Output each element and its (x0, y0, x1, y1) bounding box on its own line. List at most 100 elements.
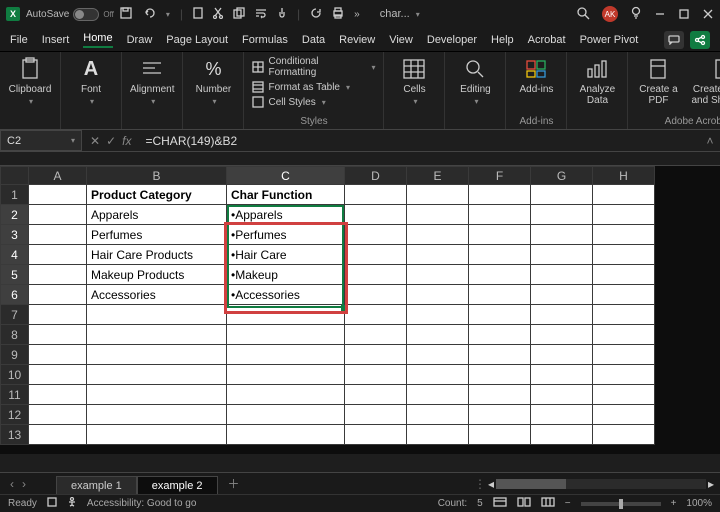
view-page-break-icon[interactable] (541, 497, 555, 510)
view-normal-icon[interactable] (493, 497, 507, 510)
zoom-slider[interactable] (581, 502, 661, 506)
tab-data[interactable]: Data (302, 34, 325, 46)
col-header-f[interactable]: F (469, 167, 531, 185)
create-pdf-share-button[interactable]: Create a PDF and Share link (688, 56, 720, 106)
col-header-e[interactable]: E (407, 167, 469, 185)
cell-c5[interactable]: •Makeup (227, 265, 345, 285)
alignment-button[interactable]: Alignment ▾ (130, 56, 174, 106)
copy-icon[interactable] (233, 7, 245, 22)
row-header[interactable]: 11 (1, 385, 29, 405)
cells-button[interactable]: Cells ▾ (392, 56, 436, 106)
tab-developer[interactable]: Developer (427, 34, 477, 46)
search-icon[interactable] (576, 6, 590, 23)
name-box[interactable]: C2 ▾ (0, 130, 82, 151)
tab-help[interactable]: Help (491, 34, 514, 46)
minimize-icon[interactable] (654, 8, 666, 20)
row-header[interactable]: 10 (1, 365, 29, 385)
row-header[interactable]: 7 (1, 305, 29, 325)
tab-power-pivot[interactable]: Power Pivot (580, 34, 639, 46)
tab-view[interactable]: View (389, 34, 413, 46)
doc-title-dropdown-icon[interactable]: ▾ (416, 10, 420, 19)
col-header-a[interactable]: A (29, 167, 87, 185)
maximize-icon[interactable] (678, 8, 690, 20)
cell-c2[interactable]: •Apparels (227, 205, 345, 225)
row-header[interactable]: 6 (1, 285, 29, 305)
row-header[interactable]: 12 (1, 405, 29, 425)
addins-button[interactable]: Add-ins (514, 56, 558, 95)
row-header[interactable]: 5 (1, 265, 29, 285)
zoom-level[interactable]: 100% (686, 498, 712, 509)
cancel-formula-icon[interactable]: ✕ (90, 134, 100, 148)
cell-c3[interactable]: •Perfumes (227, 225, 345, 245)
tab-formulas[interactable]: Formulas (242, 34, 288, 46)
tab-file[interactable]: File (10, 34, 28, 46)
row-header[interactable]: 8 (1, 325, 29, 345)
sheet-tab-example-2[interactable]: example 2 (137, 476, 218, 495)
tab-insert[interactable]: Insert (42, 34, 70, 46)
row-header[interactable]: 4 (1, 245, 29, 265)
print-icon[interactable] (332, 7, 344, 22)
touch-mode-icon[interactable] (277, 7, 287, 22)
row-header[interactable]: 13 (1, 425, 29, 445)
worksheet-grid[interactable]: A B C D E F G H 1 Product Category Char … (0, 166, 720, 454)
tab-draw[interactable]: Draw (127, 34, 153, 46)
cell-b5[interactable]: Makeup Products (87, 265, 227, 285)
col-header-h[interactable]: H (593, 167, 655, 185)
col-header-c[interactable]: C (227, 167, 345, 185)
paste-button[interactable]: Clipboard ▾ (8, 56, 52, 106)
refresh-icon[interactable] (310, 7, 322, 22)
format-as-table-button[interactable]: Format as Table▾ (252, 81, 375, 93)
row-header[interactable]: 1 (1, 185, 29, 205)
zoom-in-icon[interactable]: + (671, 498, 677, 509)
scroll-thumb[interactable] (496, 479, 566, 489)
cut-icon[interactable] (213, 7, 223, 22)
col-header-g[interactable]: G (531, 167, 593, 185)
sheet-prev-icon[interactable]: ‹ (10, 477, 14, 491)
redo-dropdown-icon[interactable]: ▾ (166, 10, 170, 19)
scroll-right-icon[interactable]: ▸ (708, 477, 714, 491)
autosave-toggle[interactable]: AutoSave Off (26, 8, 114, 21)
lightbulb-icon[interactable] (630, 6, 642, 23)
font-button[interactable]: A Font ▾ (69, 56, 113, 106)
zoom-out-icon[interactable]: − (565, 498, 571, 509)
fx-icon[interactable]: fx (122, 134, 131, 148)
cell-b1[interactable]: Product Category (87, 185, 227, 205)
account-avatar[interactable]: AK (602, 6, 618, 22)
cell-c6[interactable]: •Accessories (227, 285, 345, 305)
editing-button[interactable]: Editing ▾ (453, 56, 497, 106)
comments-button[interactable] (664, 31, 684, 49)
fill-handle[interactable] (341, 305, 347, 311)
select-all-corner[interactable] (1, 167, 29, 185)
tab-page-layout[interactable]: Page Layout (166, 34, 228, 46)
col-header-b[interactable]: B (87, 167, 227, 185)
macro-record-icon[interactable] (47, 497, 57, 510)
number-button[interactable]: % Number ▾ (191, 56, 235, 106)
tab-acrobat[interactable]: Acrobat (528, 34, 566, 46)
create-pdf-button[interactable]: Create a PDF (636, 56, 680, 106)
cell-c1[interactable]: Char Function (227, 185, 345, 205)
scroll-left-icon[interactable]: ◂ (488, 477, 494, 491)
row-header[interactable]: 9 (1, 345, 29, 365)
wrap-text-icon[interactable] (255, 7, 267, 22)
cell-b4[interactable]: Hair Care Products (87, 245, 227, 265)
sheet-tab-example-1[interactable]: example 1 (56, 476, 137, 495)
close-icon[interactable] (702, 8, 714, 20)
analyze-data-button[interactable]: Analyze Data (575, 56, 619, 106)
autosave-switch-icon[interactable] (73, 8, 99, 21)
cell-c4[interactable]: •Hair Care (227, 245, 345, 265)
save-icon[interactable] (120, 7, 132, 22)
undo-icon[interactable] (142, 7, 156, 22)
cell-b6[interactable]: Accessories (87, 285, 227, 305)
col-header-d[interactable]: D (345, 167, 407, 185)
expand-formula-bar-icon[interactable]: ˄ (700, 130, 720, 151)
chevron-down-icon[interactable]: ▾ (71, 136, 75, 145)
cell-b3[interactable]: Perfumes (87, 225, 227, 245)
accessibility-icon[interactable] (67, 497, 77, 510)
qat-overflow-icon[interactable]: » (354, 9, 360, 20)
formula-bar[interactable]: =CHAR(149)&B2 (139, 130, 700, 151)
row-header[interactable]: 3 (1, 225, 29, 245)
tab-review[interactable]: Review (339, 34, 375, 46)
sheet-next-icon[interactable]: › (22, 477, 26, 491)
new-file-icon[interactable] (193, 7, 203, 22)
share-button[interactable] (690, 31, 710, 49)
